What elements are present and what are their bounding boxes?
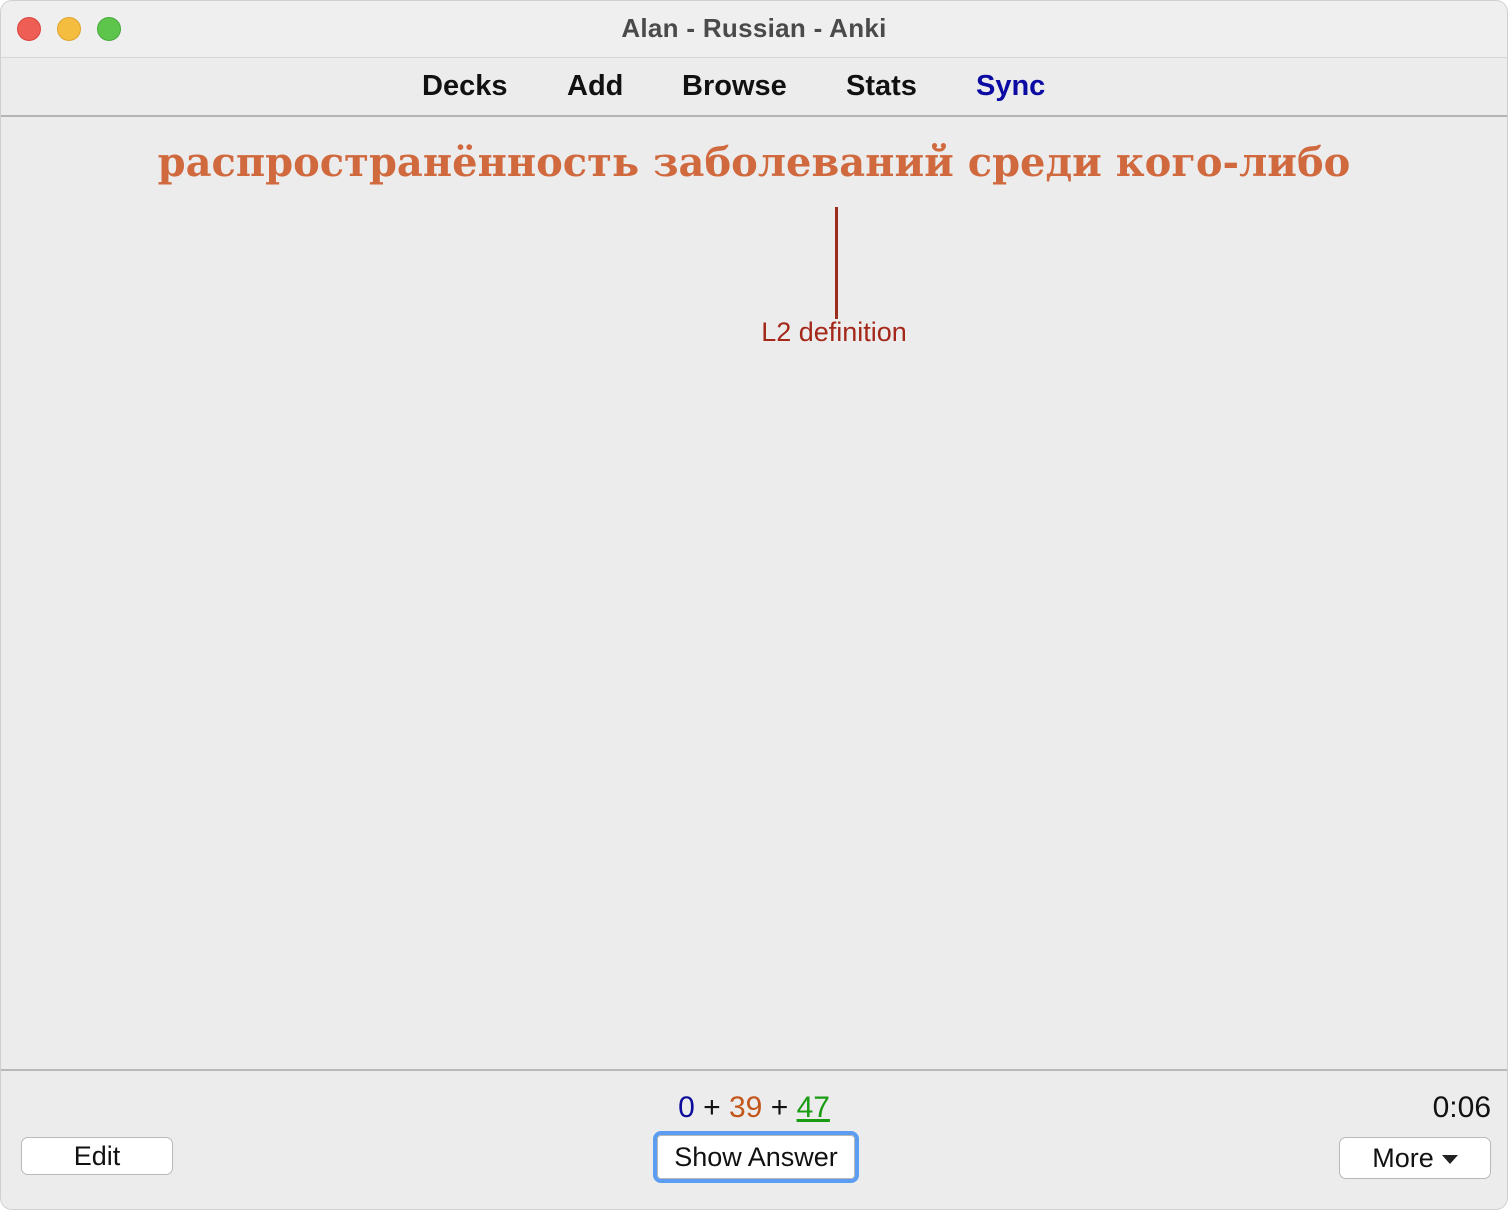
anki-window: Alan - Russian - Anki Decks Add Browse S…: [0, 0, 1508, 1210]
learning-count: 39: [728, 1091, 763, 1124]
new-count: 0: [678, 1091, 695, 1124]
toolbar-stats-link[interactable]: Stats: [846, 70, 917, 103]
card-front-text: распространённость заболеваний среди ког…: [157, 139, 1351, 186]
window-title: Alan - Russian - Anki: [621, 13, 887, 43]
chevron-down-icon: [1441, 1155, 1458, 1165]
card-hint-label: L2 definition: [761, 317, 907, 347]
review-bottom-bar: 0 + 39 + 47 0:06 Edit Show Answer More: [1, 1069, 1507, 1209]
review-timer: 0:06: [1432, 1091, 1491, 1124]
show-answer-button[interactable]: Show Answer: [653, 1131, 859, 1183]
edit-button[interactable]: Edit: [21, 1137, 173, 1175]
hint-divider-line: [835, 207, 838, 319]
main-toolbar: Decks Add Browse Stats Sync: [1, 58, 1507, 117]
due-counts: 0 + 39 + 47: [1, 1091, 1507, 1125]
more-button[interactable]: More: [1339, 1137, 1491, 1179]
toolbar-browse-link[interactable]: Browse: [682, 70, 787, 103]
toolbar-decks-link[interactable]: Decks: [422, 70, 507, 103]
toolbar-sync-link[interactable]: Sync: [976, 70, 1045, 103]
plus-separator: +: [703, 1091, 721, 1124]
title-bar: Alan - Russian - Anki: [1, 1, 1507, 58]
more-button-label: More: [1372, 1143, 1434, 1173]
plus-separator: +: [770, 1091, 789, 1124]
toolbar-add-link[interactable]: Add: [567, 70, 623, 103]
review-count: 47: [796, 1091, 830, 1124]
